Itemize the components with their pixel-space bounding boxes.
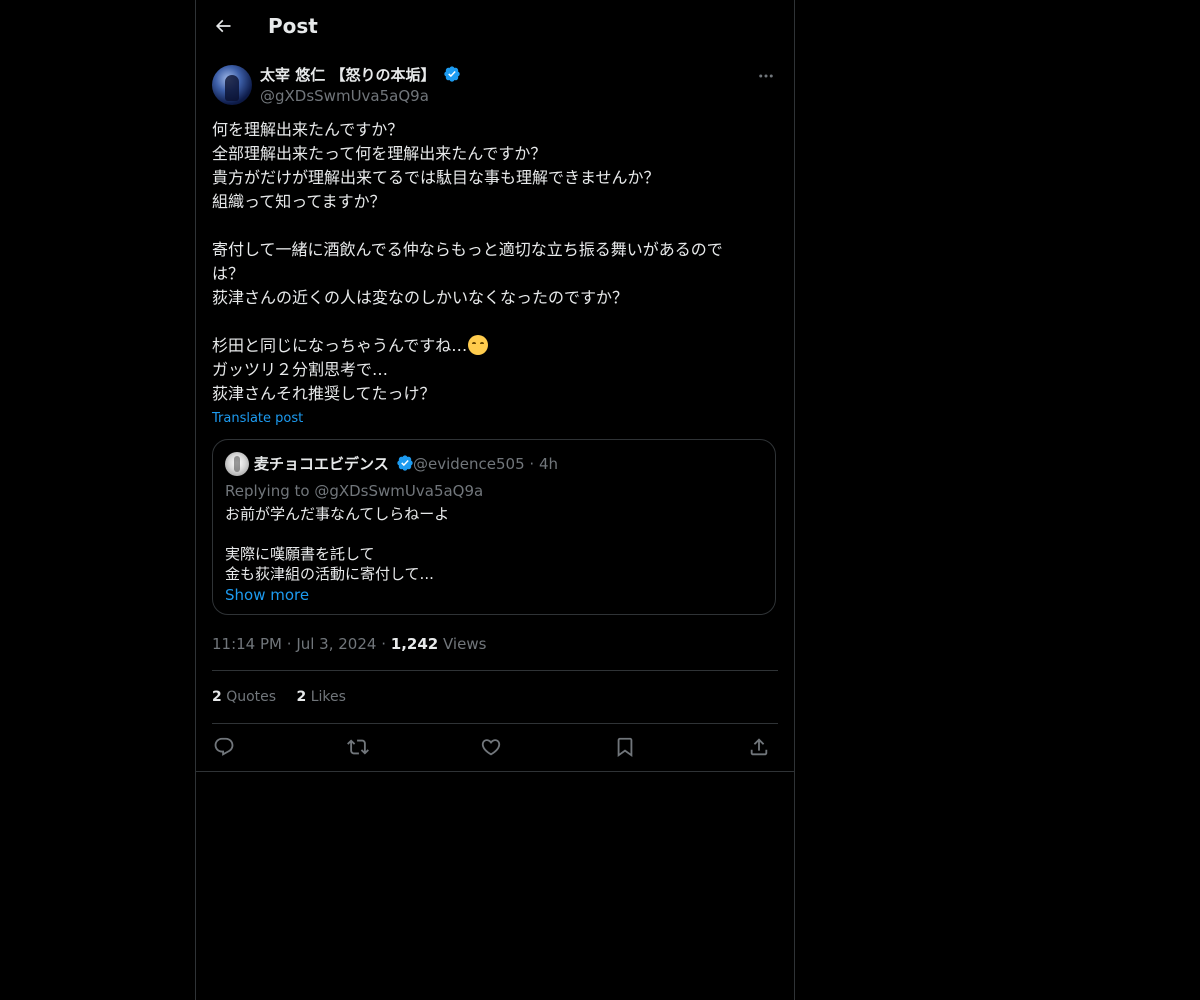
post-time[interactable]: 11:14 PM [212,635,282,653]
quoted-author-name-text: 麦チョコエビデンス [254,455,389,473]
post-line: 寄付して一緒に酒飲んでる仲ならもっと適切な立ち振る舞いがあるので [212,240,723,259]
author-handle[interactable]: @gXDsSwmUva5aQ9a [260,86,429,106]
like-icon [481,739,501,756]
more-icon [759,74,773,78]
quoted-author-handle: @evidence505 [413,455,525,473]
post-author: 太宰 悠仁 【怒りの本垢】 @gXDsSwmUva5aQ9a [212,64,778,108]
quoted-line: 金も荻津組の活動に寄付して... [225,565,434,583]
views-label: Views [443,635,487,653]
post-line-text: 杉田と同じになっちゃうんですね… [212,336,468,355]
separator-dot: · [286,635,297,653]
likes-count: 2 [296,689,307,705]
reply-button[interactable] [209,733,239,761]
emoji-icon [468,335,489,355]
divider [212,670,778,671]
post-line: 組織って知ってますか？ [212,192,386,211]
bookmark-button[interactable] [610,733,640,761]
back-button[interactable] [208,11,238,41]
post-line: ガッツリ２分割思考で… [212,360,389,379]
quoted-age: 4h [538,455,559,473]
verified-badge-icon [397,455,413,471]
quoted-avatar[interactable] [225,452,249,476]
share-icon [750,738,768,756]
quoted-line: お前が学んだ事なんてしらねーよ [225,505,450,523]
separator-dot: · [529,455,539,473]
views-count: 1,242 [390,635,439,653]
divider [196,771,794,772]
post-line: 荻津さんの近くの人は変なのしかいなくなったのですか？ [212,288,629,307]
quotes-stat[interactable]: 2 Quotes [212,689,276,705]
author-name: 太宰 悠仁 【怒りの本垢】 [260,66,436,84]
divider [212,723,778,724]
show-more-link[interactable]: Show more [225,585,309,605]
quotes-count: 2 [212,689,222,705]
repost-icon [347,739,369,755]
author-name-link[interactable]: 太宰 悠仁 【怒りの本垢】 [260,65,461,85]
action-bar [212,733,778,761]
reply-icon [214,737,234,756]
translate-post-link[interactable]: Translate post [212,410,303,428]
like-button[interactable] [476,733,506,761]
post-stats: 2 Quotes 2 Likes [212,687,362,707]
repost-button[interactable] [343,733,373,761]
post-text: 何を理解出来たんですか？ 全部理解出来たって何を理解出来たんですか？ 貴方がだけ… [212,118,772,406]
quoted-line: 実際に嘆願書を託して [225,545,375,563]
quoted-line [225,524,765,544]
quoted-text: お前が学んだ事なんてしらねーよ 実際に嘆願書を託して 金も荻津組の活動に寄付して… [225,504,765,584]
post-line: 貴方がだけが理解出来てるでは駄目な事も理解できませんか？ [212,168,660,187]
likes-label: Likes [310,689,346,705]
post-line: 何を理解出来たんですか？ [212,120,404,139]
bookmark-icon [617,737,633,758]
more-button[interactable] [754,64,778,88]
quoted-post-card[interactable]: 麦チョコエビデンス @evidence505 · 4h Replying to … [212,439,776,615]
post-line: 荻津さんそれ推奨してたっけ？ [212,384,436,403]
post-meta: 11:14 PM · Jul 3, 2024 · 1,242 Views [212,634,486,654]
quotes-label: Quotes [226,689,277,705]
separator-dot: · [381,635,391,653]
post-line: 全部理解出来たって何を理解出来たんですか？ [212,144,547,163]
post-line-with-emoji: 杉田と同じになっちゃうんですね… [212,334,772,358]
quoted-author-name: 麦チョコエビデンス [254,454,414,474]
post-line [212,214,772,238]
header: Post [196,0,794,54]
replying-to: Replying to @gXDsSwmUva5aQ9a [225,482,484,500]
post-column: Post 太宰 悠仁 【怒りの本垢】 @gXDsSwmUva5aQ9a 何を理解… [195,0,795,1000]
quoted-handle-and-age: @evidence505 · 4h [413,454,558,474]
post-date[interactable]: Jul 3, 2024 [296,635,376,653]
post-line: は？ [212,264,245,283]
share-button[interactable] [744,733,774,761]
back-arrow-icon [215,19,231,33]
page-title: Post [268,14,318,38]
avatar[interactable] [212,65,252,105]
post-line [212,310,772,334]
likes-stat[interactable]: 2 Likes [297,689,346,705]
verified-badge-icon [444,66,460,82]
